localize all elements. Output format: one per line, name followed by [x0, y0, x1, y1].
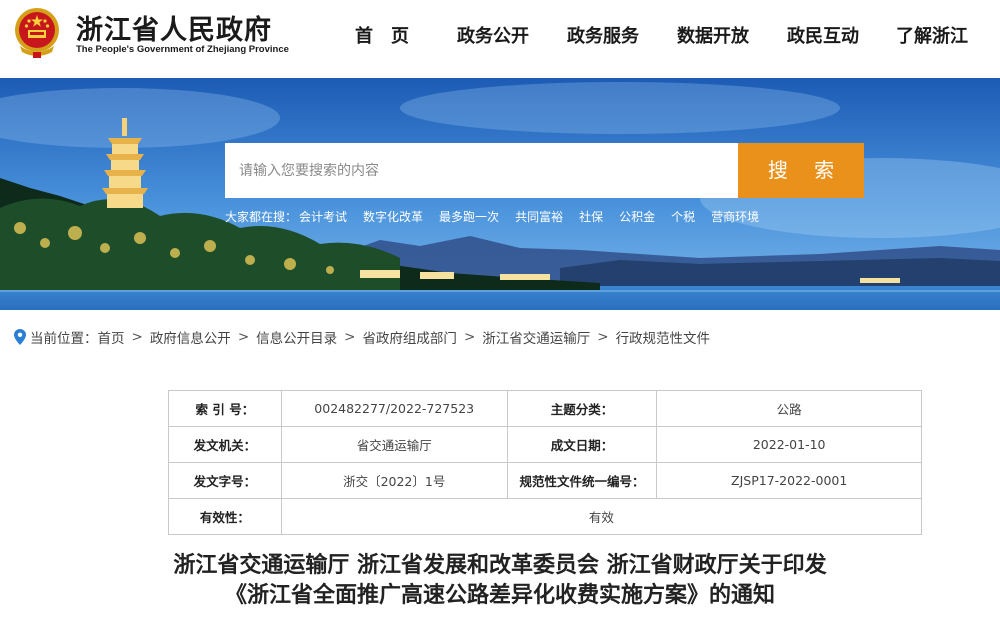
location-pin-icon — [14, 329, 26, 345]
article-title-line2: 《浙江省全面推广高速公路差异化收费实施方案》的通知 — [224, 583, 775, 608]
document-info-table: 索 引 号： 002482277/2022-727523 主题分类： 公路 发文… — [168, 390, 923, 535]
nav-item-home[interactable]: 首 页 — [355, 22, 409, 48]
date-label: 成文日期： — [506, 426, 658, 463]
hot-term[interactable]: 共同富裕 — [515, 208, 563, 228]
nav-item-interaction[interactable]: 政民互动 — [787, 22, 859, 48]
doc-no-label: 发文字号： — [168, 462, 282, 499]
breadcrumb-transport-dept[interactable]: 浙江省交通运输厅 — [482, 327, 590, 347]
issuer-label: 发文机关： — [168, 426, 282, 463]
hero-banner: 搜 索 大家都在搜： 会计考试 数字化改革 最多跑一次 共同富裕 社保 公积金 … — [0, 78, 1000, 310]
category-value: 公路 — [656, 390, 922, 427]
validity-value: 有效 — [280, 498, 923, 535]
validity-label: 有效性： — [168, 498, 282, 535]
hot-term[interactable]: 公积金 — [619, 208, 655, 228]
nav-item-open-data[interactable]: 数据开放 — [677, 22, 749, 48]
hot-term[interactable]: 会计考试 — [299, 208, 347, 228]
unified-no-label: 规范性文件统一编号： — [506, 462, 658, 499]
hot-searches: 大家都在搜： 会计考试 数字化改革 最多跑一次 共同富裕 社保 公积金 个税 营… — [225, 208, 775, 228]
search-button[interactable]: 搜 索 — [738, 143, 864, 198]
breadcrumb-home[interactable]: 首页 — [98, 327, 125, 347]
hot-term[interactable]: 营商环境 — [711, 208, 759, 228]
main-nav: 首 页 政务公开 政务服务 数据开放 政民互动 了解浙江 — [0, 22, 1000, 52]
nav-item-gov-services[interactable]: 政务服务 — [567, 22, 639, 48]
table-row: 发文字号： 浙交〔2022〕1号 规范性文件统一编号： ZJSP17-2022-… — [168, 462, 922, 499]
breadcrumb-separator: > — [463, 329, 476, 345]
issuer-value: 省交通运输厅 — [280, 426, 508, 463]
index-no-label: 索 引 号： — [168, 390, 282, 427]
category-label: 主题分类： — [506, 390, 658, 427]
breadcrumb-separator: > — [237, 329, 250, 345]
table-row: 有效性： 有效 — [168, 498, 923, 535]
nav-item-about-zhejiang[interactable]: 了解浙江 — [896, 22, 968, 48]
table-row: 索 引 号： 002482277/2022-727523 主题分类： 公路 — [168, 390, 922, 427]
article-title: 浙江省交通运输厅 浙江省发展和改革委员会 浙江省财政厅关于印发 《浙江省全面推广… — [100, 551, 900, 611]
table-row: 发文机关： 省交通运输厅 成文日期： 2022-01-10 — [168, 426, 922, 463]
breadcrumb-info-catalog[interactable]: 信息公开目录 — [256, 327, 337, 347]
hot-term[interactable]: 社保 — [579, 208, 603, 228]
search-input[interactable] — [225, 143, 738, 198]
breadcrumb-normative-docs[interactable]: 行政规范性文件 — [616, 327, 711, 347]
nav-item-gov-affairs-public[interactable]: 政务公开 — [457, 22, 529, 48]
hot-term[interactable]: 个税 — [671, 208, 695, 228]
breadcrumb-departments[interactable]: 省政府组成部门 — [362, 327, 457, 347]
hot-term[interactable]: 最多跑一次 — [439, 208, 499, 228]
breadcrumb-separator: > — [597, 329, 609, 345]
doc-no-value: 浙交〔2022〕1号 — [280, 462, 508, 499]
breadcrumb-separator: > — [131, 329, 143, 345]
hot-term[interactable]: 数字化改革 — [363, 208, 423, 228]
hot-searches-label: 大家都在搜： — [225, 210, 298, 224]
unified-no-value: ZJSP17-2022-0001 — [656, 462, 922, 499]
index-no-value: 002482277/2022-727523 — [280, 390, 508, 427]
breadcrumb: 当前位置： 首页 > 政府信息公开 > 信息公开目录 > 省政府组成部门 > 浙… — [14, 326, 710, 348]
breadcrumb-prefix: 当前位置： — [30, 331, 98, 347]
article-title-line1: 浙江省交通运输厅 浙江省发展和改革委员会 浙江省财政厅关于印发 — [173, 553, 827, 578]
breadcrumb-gov-info-public[interactable]: 政府信息公开 — [150, 327, 231, 347]
date-value: 2022-01-10 — [656, 426, 922, 463]
breadcrumb-separator: > — [344, 329, 356, 345]
site-header: 浙江省人民政府 The People's Government of Zheji… — [0, 0, 1000, 78]
